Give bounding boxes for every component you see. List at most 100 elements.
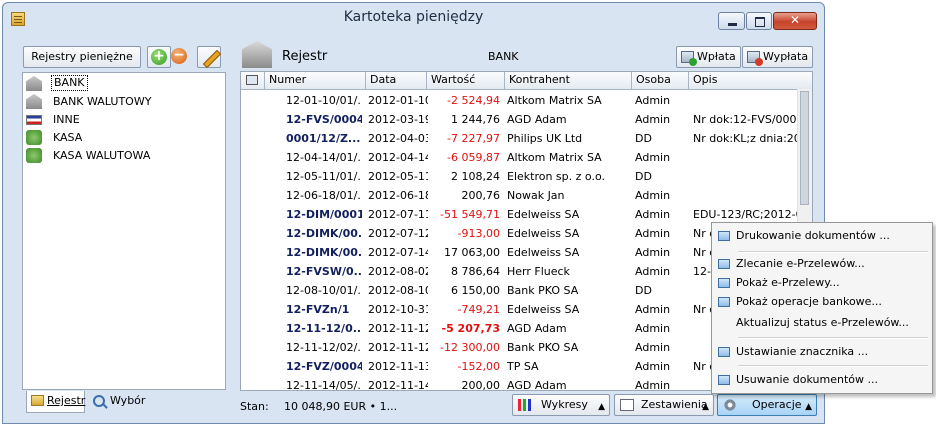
cell-osoba: Admin (635, 227, 671, 240)
cell-opis: Nr dok:KL;z dnia:2012 (693, 132, 813, 145)
cell-kontrahent: AGD Adam (507, 379, 567, 391)
column-opis[interactable]: Opis (689, 72, 812, 89)
cell-data: 2012-07-12 (368, 227, 428, 240)
column-wartosc[interactable]: Wartość (427, 72, 505, 89)
register-item-inne[interactable]: INNE (25, 111, 223, 129)
register-list: BANK BANK WALUTOWY INNE KASA KASA WALUTO… (22, 72, 226, 390)
table-row[interactable]: 12-04-14/01/... 2012-04-14 -6 059,87 Altkom… (241, 148, 801, 167)
cell-kontrahent: AGD Adam (507, 322, 567, 335)
wykresy-button[interactable]: Wykresy ▲ (512, 394, 610, 416)
register-item-label: BANK WALUTOWY (53, 95, 152, 108)
operacje-button[interactable]: Operacje ▲ (717, 394, 817, 416)
cell-osoba: Admin (635, 189, 671, 202)
table-header: Numer Data Wartość Kontrahent Osoba Opis (241, 72, 812, 90)
register-item-label: BANK (51, 75, 88, 91)
cell-data: 2012-07-14 (368, 246, 428, 259)
table-row[interactable]: 12-06-18/01/... 2012-06-18 200,76 Nowak Jan… (241, 186, 801, 205)
menu-item-zlecanie[interactable]: Zlecanie e-Przelewów... (714, 254, 930, 274)
column-kontrahent[interactable]: Kontrahent (505, 72, 632, 89)
table-row[interactable]: 12-FVS/0004 2012-03-19 1 244,76 AGD Adam Adm… (241, 110, 812, 129)
flag-icon (26, 115, 42, 125)
register-name: BANK (488, 50, 519, 63)
cell-kontrahent: Nowak Jan (507, 189, 565, 202)
registers-button[interactable]: Rejestry pieniężne (23, 46, 141, 68)
bar-chart-icon (518, 399, 532, 411)
cell-kontrahent: Edelweiss SA (507, 227, 580, 240)
cell-numer: 12-01-10/01/... (286, 94, 362, 107)
cell-data: 2012-03-19 (368, 113, 428, 126)
report-icon (620, 399, 634, 411)
register-item-bank-walutowy[interactable]: BANK WALUTOWY (25, 93, 223, 111)
column-osoba[interactable]: Osoba (632, 72, 689, 89)
delete-icon (718, 375, 730, 385)
print-icon (718, 231, 730, 241)
menu-item-label: Drukowanie dokumentów ... (736, 229, 890, 242)
close-button[interactable]: ✕ (773, 12, 817, 30)
menu-item-drukowanie[interactable]: Drukowanie dokumentów ... (714, 226, 930, 246)
cell-wartosc: -749,21 (457, 303, 500, 316)
cell-osoba: Admin (635, 94, 671, 107)
cell-wartosc: 8 786,64 (451, 265, 500, 278)
cell-data: 2012-10-31 (368, 303, 428, 316)
tab-rejestr[interactable]: Rejestr (26, 391, 85, 413)
cell-numer: 12-05-11/01/... (286, 170, 362, 183)
cell-osoba: DD (635, 132, 652, 145)
cell-numer: 12-DIM/0001 (286, 208, 362, 221)
menu-item-znacznik[interactable]: Ustawianie znacznika ... (714, 342, 930, 362)
table-row[interactable]: 0001/12/Z... 2012-04-03 -7 227,97 Philips U… (241, 129, 812, 148)
plus-icon: + (151, 49, 167, 65)
cell-kontrahent: TP SA (507, 360, 539, 373)
table-row[interactable]: 12-01-10/01/... 2012-01-10 -2 524,94 Altkom… (241, 91, 801, 110)
bank-icon (26, 76, 42, 91)
cell-numer: 12-11-14/05/... (286, 379, 362, 391)
column-numer[interactable]: Numer (265, 72, 366, 89)
wplata-button[interactable]: Wpłata (676, 46, 741, 68)
cell-wartosc: -2 524,94 (447, 94, 500, 107)
register-item-kasa[interactable]: KASA (25, 129, 223, 147)
withdrawal-icon (747, 51, 763, 66)
cell-osoba: Admin (635, 341, 671, 354)
maximize-button[interactable] (746, 12, 772, 30)
title-bar[interactable]: Kartoteka pieniędzy ✕ (3, 3, 824, 33)
table-row[interactable]: 12-05-11/01/... 2012-05-11 2 108,24 Elektro… (241, 167, 801, 186)
register-item-bank[interactable]: BANK (25, 75, 223, 93)
column-data[interactable]: Data (366, 72, 427, 89)
minimize-icon (728, 23, 737, 26)
register-item-label: KASA WALUTOWA (53, 149, 151, 162)
tab-wybor[interactable]: Wybór (88, 391, 176, 413)
zestawienia-button[interactable]: Zestawienia ▲ (614, 394, 714, 416)
transfer-icon (718, 259, 730, 269)
menu-item-label: Ustawianie znacznika ... (736, 345, 869, 358)
cell-osoba: Admin (635, 360, 671, 373)
edit-register-button[interactable] (197, 46, 222, 69)
cell-osoba: Admin (635, 303, 671, 316)
cell-numer: 12-FVZ/0004 (286, 360, 362, 373)
cell-kontrahent: Elektron sp. z o.o. (507, 170, 605, 183)
left-tabs: Rejestr Wybór (22, 391, 226, 415)
minus-icon: − (171, 48, 187, 64)
gear-icon (723, 399, 737, 411)
cell-data: 2012-08-02 (368, 265, 428, 278)
cell-osoba: DD (635, 284, 652, 297)
cell-wartosc: -7 227,97 (447, 132, 500, 145)
arrow-up-icon: ▲ (598, 402, 605, 412)
menu-item-aktualizuj[interactable]: Aktualizuj status e-Przelewów... (714, 313, 930, 333)
menu-separator (738, 337, 928, 339)
menu-item-pokaz-przelewy[interactable]: Pokaż e-Przelewy... (714, 273, 930, 293)
cell-kontrahent: Bank PKO SA (507, 341, 579, 354)
menu-item-pokaz-operacje[interactable]: Pokaż operacje bankowe... (714, 292, 930, 312)
select-all-header[interactable] (241, 72, 265, 89)
cell-osoba: Admin (635, 246, 671, 259)
minimize-button[interactable] (718, 12, 745, 30)
remove-register-button[interactable]: − (168, 46, 192, 68)
cell-wartosc: -6 059,87 (447, 151, 500, 164)
register-item-kasa-walutowa[interactable]: KASA WALUTOWA (25, 147, 223, 165)
menu-item-label: Pokaż operacje bankowe... (736, 295, 882, 308)
cell-numer: 12-11-12/0... (286, 322, 362, 335)
scrollbar-thumb[interactable] (800, 91, 809, 205)
menu-item-label: Zlecanie e-Przelewów... (736, 257, 865, 270)
cell-kontrahent: Bank PKO SA (507, 284, 579, 297)
cell-kontrahent: Philips UK Ltd (507, 132, 583, 145)
wyplata-button[interactable]: Wypłata (742, 46, 814, 68)
menu-item-usuwanie[interactable]: Usuwanie dokumentów ... (714, 370, 930, 390)
